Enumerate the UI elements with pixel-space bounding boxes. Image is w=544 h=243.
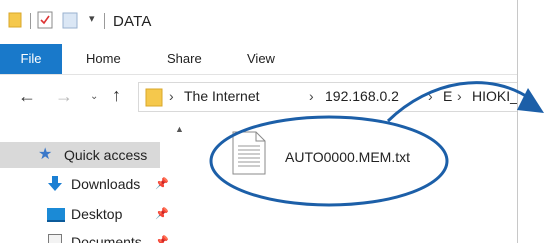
file-item[interactable]: AUTO0000.MEM.txt <box>232 131 462 191</box>
documents-icon <box>48 234 62 243</box>
text-file-icon <box>232 131 266 175</box>
up-arrow-icon[interactable]: ↑ <box>112 85 121 106</box>
desktop-icon <box>47 208 65 222</box>
properties-icon[interactable] <box>37 11 53 29</box>
file-name[interactable]: AUTO0000.MEM.txt <box>285 149 410 165</box>
breadcrumb-item[interactable]: The Internet <box>184 88 260 104</box>
back-arrow-icon[interactable]: ← <box>18 86 36 107</box>
tab-home[interactable]: Home <box>86 44 121 74</box>
sidebar-item-quick-access[interactable]: ★ Quick access <box>0 142 160 168</box>
forward-arrow-icon[interactable]: → <box>55 86 73 107</box>
sidebar-item-documents[interactable]: Documents 📌 <box>0 230 180 243</box>
sidebar-item-label: Desktop <box>71 206 123 222</box>
title-bar: ▾ DATA <box>0 0 517 44</box>
breadcrumb-separator-icon[interactable]: › <box>309 88 314 104</box>
recent-locations-chevron-icon[interactable]: ⌄ <box>90 91 98 102</box>
download-arrow-icon <box>48 176 62 191</box>
sidebar-item-label: Quick access <box>64 147 148 163</box>
arrowhead-icon <box>517 88 544 113</box>
breadcrumb-separator-icon[interactable]: › <box>457 88 462 104</box>
breadcrumb-item[interactable]: E <box>443 88 452 104</box>
tab-share[interactable]: Share <box>167 44 202 74</box>
pin-icon[interactable]: 📌 <box>155 230 169 243</box>
new-folder-icon[interactable] <box>62 12 78 29</box>
breadcrumb-separator-icon[interactable]: › <box>169 88 174 104</box>
breadcrumb-separator-icon[interactable]: › <box>428 88 433 104</box>
navigation-row: ← → ⌄ ↑ › The Internet › 192.168.0.2 › E… <box>0 75 517 120</box>
title-separator <box>30 13 31 29</box>
address-bar[interactable]: › The Internet › 192.168.0.2 › E › HIOKI… <box>138 82 517 112</box>
window-title: DATA <box>113 13 152 30</box>
sidebar-item-downloads[interactable]: Downloads 📌 <box>0 172 180 196</box>
scroll-up-icon[interactable]: ▲ <box>175 124 184 134</box>
navigation-pane: ▲ ★ Quick access Downloads 📌 Desktop 📌 D… <box>0 120 190 243</box>
sidebar-item-label: Documents <box>71 234 142 243</box>
pin-icon[interactable]: 📌 <box>155 172 169 196</box>
breadcrumb-item[interactable]: 192.168.0.2 <box>325 88 399 104</box>
breadcrumb-item[interactable]: HIOKI_MR6 <box>472 88 517 104</box>
ribbon-tabs: File Home Share View <box>0 44 517 75</box>
tab-view[interactable]: View <box>247 44 275 74</box>
sidebar-item-desktop[interactable]: Desktop 📌 <box>0 202 180 226</box>
folder-icon <box>145 88 163 107</box>
file-explorer-window: ▾ DATA File Home Share View ← → ⌄ ↑ › Th… <box>0 0 518 243</box>
sidebar-item-label: Downloads <box>71 176 141 192</box>
title-separator <box>104 13 105 29</box>
tab-file[interactable]: File <box>0 44 62 74</box>
quick-access-dropdown-icon[interactable]: ▾ <box>89 12 95 25</box>
pin-icon[interactable]: 📌 <box>155 202 169 226</box>
star-icon: ★ <box>38 146 53 163</box>
folder-icon <box>8 12 22 28</box>
